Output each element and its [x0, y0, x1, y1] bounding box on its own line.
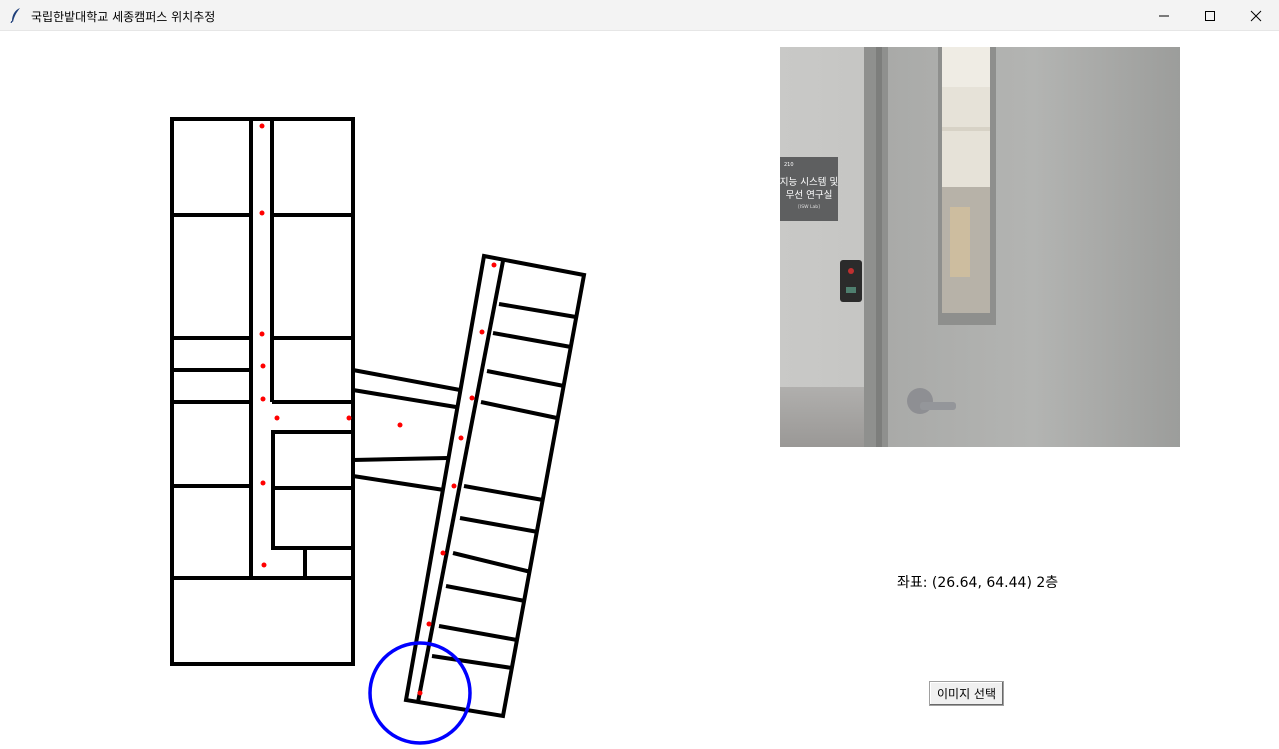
select-image-button[interactable]: 이미지 선택	[929, 681, 1004, 706]
waypoint-dot	[397, 422, 403, 428]
waypoint-dot	[440, 550, 446, 556]
floor-plan-map	[0, 32, 680, 749]
waypoint-dot	[259, 123, 265, 129]
building-west-wing	[170, 117, 355, 666]
door-photo-image: 210 지능 시스템 및 무선 연구실 [ISW Lab]	[780, 47, 1180, 447]
waypoint-dot	[259, 331, 265, 337]
waypoint-dot	[260, 396, 266, 402]
waypoint-dot	[259, 210, 265, 216]
sign-subtitle: [ISW Lab]	[798, 204, 820, 210]
sign-line-1: 지능 시스템 및	[780, 176, 838, 188]
close-icon	[1250, 10, 1262, 21]
maximize-button[interactable]	[1187, 0, 1233, 31]
waypoint-dot	[426, 621, 432, 627]
title-bar: 국립한밭대학교 세종캠퍼스 위치추정	[0, 0, 1279, 31]
waypoint-dot	[479, 329, 485, 335]
waypoint-markers	[259, 123, 497, 696]
waypoint-dot	[417, 690, 423, 696]
coordinate-result-label: 좌표: (26.64, 64.44) 2층	[897, 575, 1059, 591]
waypoint-dot	[274, 415, 280, 421]
minimize-button[interactable]	[1141, 0, 1187, 31]
door-handle-icon	[920, 402, 956, 410]
selected-photo: 210 지능 시스템 및 무선 연구실 [ISW Lab]	[780, 47, 1180, 447]
sign-room-number: 210	[784, 162, 794, 168]
window-title: 국립한밭대학교 세종캠퍼스 위치추정	[31, 10, 216, 24]
waypoint-dot	[261, 562, 267, 568]
maximize-icon	[1205, 10, 1215, 21]
waypoint-dot	[346, 415, 352, 421]
connector-corridors	[352, 368, 461, 492]
waypoint-dot	[451, 483, 457, 489]
building-east-wing	[403, 253, 587, 719]
waypoint-dot	[260, 363, 266, 369]
feather-icon	[10, 8, 20, 23]
card-reader-icon	[840, 260, 862, 302]
waypoint-dot	[260, 480, 266, 486]
waypoint-dot	[458, 435, 464, 441]
minimize-icon	[1159, 15, 1169, 16]
waypoint-dot	[491, 262, 497, 268]
waypoint-dot	[469, 395, 475, 401]
close-button[interactable]	[1233, 0, 1279, 31]
sign-line-2: 무선 연구실	[786, 190, 833, 201]
